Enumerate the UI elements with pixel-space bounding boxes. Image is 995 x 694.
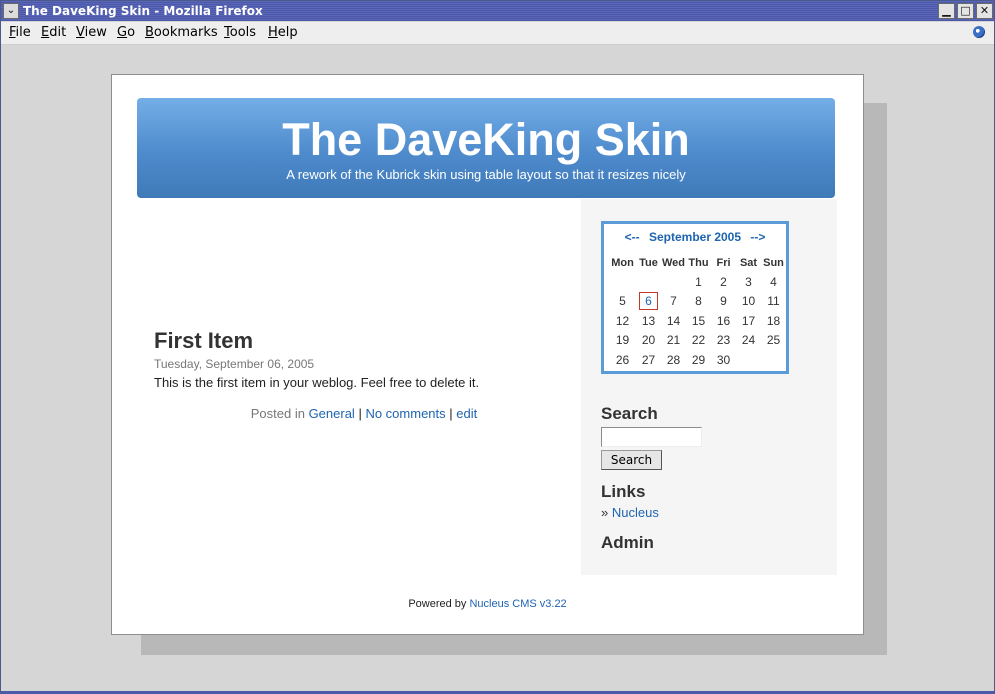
item-title[interactable]: First Item: [154, 328, 574, 354]
calendar-day-name: Sun: [763, 256, 784, 269]
calendar-day: 2: [720, 274, 727, 289]
admin-heading: Admin: [601, 533, 654, 552]
calendar-day: 26: [615, 352, 630, 367]
menu-help[interactable]: Help: [268, 25, 298, 40]
close-button[interactable]: ✕: [976, 3, 993, 19]
calendar-header: <-- September 2005 -->: [604, 230, 786, 244]
calendar-month: September 2005: [648, 230, 742, 244]
menu-bookmarks[interactable]: Bookmarks: [145, 25, 218, 40]
calendar-day: [661, 272, 686, 292]
menu-edit[interactable]: Edit: [41, 25, 66, 40]
calendar-day: 12: [615, 313, 630, 328]
link-bullet: »: [601, 505, 609, 520]
category-link[interactable]: General: [309, 406, 355, 421]
nucleus-cms-link[interactable]: Nucleus CMS v3.22: [469, 598, 566, 610]
window-menu-icon[interactable]: ⌄: [3, 3, 19, 19]
calendar-today-link[interactable]: 6: [639, 292, 658, 311]
search-input[interactable]: [601, 427, 702, 447]
posted-in-label: Posted in: [250, 406, 305, 421]
window-title: The DaveKing Skin - Mozilla Firefox: [23, 4, 263, 18]
item-meta: Posted in General | No comments | edit: [154, 406, 574, 421]
comments-link[interactable]: No comments: [365, 406, 445, 421]
calendar-day: [736, 350, 761, 370]
calendar-day: 7: [670, 294, 677, 309]
powered-by-label: Powered by: [408, 598, 467, 610]
sidebar: <-- September 2005 --> Mon Tue Wed Thu F…: [581, 199, 837, 575]
search-heading: Search: [601, 404, 658, 423]
calendar-day: 29: [691, 352, 706, 367]
calendar-day: 23: [716, 333, 731, 348]
calendar-day: 10: [741, 294, 756, 309]
item-date: Tuesday, September 06, 2005: [154, 357, 315, 371]
calendar-day: 15: [691, 313, 706, 328]
calendar-day: [636, 272, 661, 292]
calendar-day: [761, 350, 786, 370]
calendar-prev-link[interactable]: <--: [625, 230, 640, 244]
blog-header: The DaveKing Skin A rework of the Kubric…: [137, 98, 835, 198]
calendar-day: 27: [641, 352, 656, 367]
calendar-day: 5: [619, 294, 626, 309]
calendar-day: [609, 272, 636, 292]
calendar-day: 16: [716, 313, 731, 328]
throbber-icon: [973, 26, 985, 38]
page-viewport[interactable]: The DaveKing Skin A rework of the Kubric…: [1, 46, 994, 692]
menu-bar: File Edit View Go Bookmarks Tools Help: [1, 22, 994, 45]
calendar-day-name: Wed: [661, 256, 686, 269]
link-item: » Nucleus: [601, 505, 659, 520]
calendar-day: 13: [641, 313, 656, 328]
calendar-day: 19: [615, 333, 630, 348]
calendar: <-- September 2005 --> Mon Tue Wed Thu F…: [601, 221, 789, 374]
links-heading: Links: [601, 482, 646, 501]
menu-file[interactable]: File: [9, 25, 31, 40]
maximize-button[interactable]: □: [957, 3, 974, 19]
calendar-day: 20: [641, 333, 656, 348]
calendar-day-name: Fri: [716, 256, 731, 269]
calendar-day: 8: [695, 294, 702, 309]
blog-description: A rework of the Kubrick skin using table…: [286, 167, 686, 182]
item-body: This is the first item in your weblog. F…: [154, 375, 480, 390]
search-button[interactable]: Search: [601, 450, 662, 470]
calendar-next-link[interactable]: -->: [750, 230, 765, 244]
meta-separator: |: [449, 406, 453, 421]
blog-page: The DaveKing Skin A rework of the Kubric…: [111, 74, 864, 635]
calendar-day: 4: [770, 274, 777, 289]
edit-link[interactable]: edit: [456, 406, 477, 421]
calendar-day: 28: [666, 352, 681, 367]
calendar-day: 22: [691, 333, 706, 348]
menu-view[interactable]: View: [76, 25, 107, 40]
calendar-day: 9: [720, 294, 727, 309]
calendar-day: 11: [767, 294, 780, 309]
calendar-day: 25: [766, 333, 781, 348]
calendar-day: 14: [666, 313, 681, 328]
calendar-day: 24: [741, 333, 756, 348]
meta-separator: |: [358, 406, 362, 421]
calendar-day-name: Mon: [611, 256, 634, 269]
blog-title[interactable]: The DaveKing Skin: [137, 114, 835, 166]
menu-go[interactable]: Go: [117, 25, 135, 40]
calendar-grid: Mon Tue Wed Thu Fri Sat Sun 1 2 3 4 5 6 …: [609, 253, 786, 370]
calendar-day-name: Thu: [688, 256, 709, 269]
browser-window: ⌄ The DaveKing Skin - Mozilla Firefox ▁ …: [0, 0, 995, 694]
main-content: First Item Tuesday, September 06, 2005 T…: [154, 328, 574, 421]
footer: Powered by Nucleus CMS v3.22: [112, 598, 863, 610]
calendar-day: 30: [716, 352, 731, 367]
calendar-day: 18: [766, 313, 781, 328]
calendar-day: 21: [666, 333, 681, 348]
calendar-day: 17: [741, 313, 756, 328]
calendar-day-name: Sat: [739, 256, 758, 269]
calendar-day: 3: [745, 274, 752, 289]
calendar-day-name: Tue: [639, 256, 658, 269]
minimize-button[interactable]: ▁: [938, 3, 955, 19]
calendar-day: 1: [695, 274, 702, 289]
calendar-today[interactable]: 6: [636, 292, 661, 312]
menu-tools[interactable]: Tools: [224, 25, 256, 40]
nucleus-link[interactable]: Nucleus: [612, 505, 659, 520]
title-bar[interactable]: ⌄ The DaveKing Skin - Mozilla Firefox ▁ …: [1, 1, 994, 21]
